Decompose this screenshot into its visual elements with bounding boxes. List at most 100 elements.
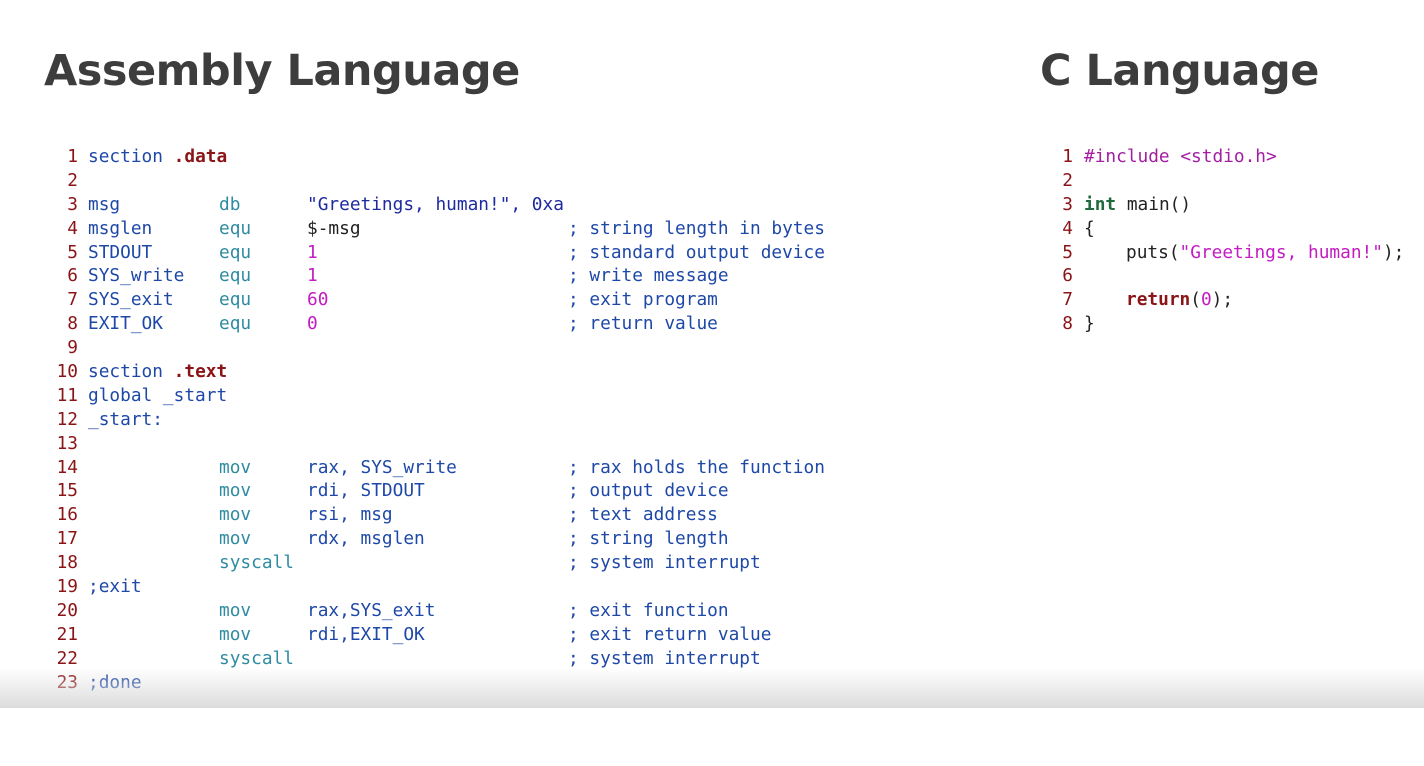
call-end: ); (1382, 241, 1405, 263)
comment: ; exit return value (568, 623, 772, 645)
line-number: 2 (1062, 169, 1073, 191)
line-number: 8 (67, 313, 78, 335)
line-number: 9 (67, 337, 78, 359)
line-number: 13 (56, 432, 78, 454)
label: global _start (88, 384, 228, 406)
operand: rax, SYS_write (307, 456, 457, 478)
code-line: 5 puts("Greetings, human!"); (1059, 241, 1404, 265)
mnemonic: equ (219, 217, 252, 239)
line-number: 7 (67, 289, 78, 311)
code-line: 2 (1059, 169, 1102, 193)
comment: ; text address (568, 504, 718, 526)
line-number: 18 (56, 552, 78, 574)
paren-open: ( (1190, 289, 1201, 311)
close-brace: } (1084, 313, 1095, 335)
code-line: 4 msglen equ $-msg ; string length in by… (54, 217, 825, 241)
function-call: puts( (1126, 241, 1180, 263)
line-number: 14 (56, 456, 78, 478)
comment: ; string length in bytes (568, 217, 825, 239)
label: STDOUT (88, 241, 153, 263)
bottom-shadow (0, 668, 1424, 708)
open-brace: { (1084, 217, 1095, 239)
line-number: 3 (1062, 193, 1073, 215)
line-number: 2 (67, 169, 78, 191)
line-number: 12 (56, 408, 78, 430)
code-line: 8 EXIT_OK equ 0 ; return value (54, 312, 718, 336)
line-number: 17 (56, 528, 78, 550)
code-line: 5 STDOUT equ 1 ; standard output device (54, 241, 825, 265)
mnemonic: equ (219, 241, 252, 263)
include-directive: #include <stdio.h> (1084, 146, 1277, 167)
line-number: 5 (67, 241, 78, 263)
code-line: 7 return(0); (1059, 288, 1233, 312)
code-line: 8 } (1059, 312, 1102, 336)
comment: ; write message (568, 265, 729, 287)
code-line: 19 ;exit (54, 575, 142, 599)
code-line: 13 (54, 432, 97, 456)
comment: ; exit function (568, 599, 729, 621)
comment: ; rax holds the function (568, 456, 825, 478)
line-number: 19 (56, 576, 78, 598)
code-line: 20 mov rax,SYS_exit ; exit function (54, 599, 729, 623)
code-line: 16 mov rsi, msg ; text address (54, 503, 718, 527)
comment: ; system interrupt (568, 647, 761, 669)
comment: ; standard output device (568, 241, 825, 263)
mnemonic: db (219, 193, 241, 215)
return-keyword: return (1126, 289, 1191, 311)
code-line: 7 SYS_exit equ 60 ; exit program (54, 288, 718, 312)
mnemonic: equ (219, 265, 252, 287)
paren-close: ); (1211, 289, 1234, 311)
type-keyword: int (1084, 193, 1117, 215)
line-number: 3 (67, 193, 78, 215)
code-line: 17 mov rdx, msglen ; string length (54, 527, 729, 551)
mnemonic: mov (219, 480, 252, 502)
line-number: 11 (56, 384, 78, 406)
label: SYS_exit (88, 289, 174, 311)
comment: ; return value (568, 313, 718, 335)
line-number: 5 (1062, 241, 1073, 263)
code-line: 14 mov rax, SYS_write ; rax holds the fu… (54, 456, 825, 480)
section-name: .text (173, 361, 228, 383)
code-line: 2 (54, 169, 97, 193)
code-line: 21 mov rdi,EXIT_OK ; exit return value (54, 623, 772, 647)
directive: section (88, 361, 163, 383)
comment: ; output device (568, 480, 729, 502)
line-number: 15 (56, 480, 78, 502)
code-line: 23 ;done (54, 671, 142, 695)
code-line: 12 _start: (54, 408, 163, 432)
directive: section (88, 146, 163, 167)
operand: rdi,EXIT_OK (307, 623, 425, 645)
line-number: 8 (1062, 313, 1073, 335)
operand: 1 (307, 241, 318, 263)
code-line: 11 global _start (54, 384, 228, 408)
mnemonic: equ (219, 313, 252, 335)
mnemonic: mov (219, 599, 252, 621)
function-signature: main() (1116, 193, 1192, 215)
string-literal: "Greetings, human!" (1179, 241, 1383, 263)
code-line: 6 (1059, 264, 1102, 288)
line-number: 20 (56, 599, 78, 621)
line-number: 1 (67, 146, 78, 167)
comment: ; exit program (568, 289, 718, 311)
code-line: 3 msg db "Greetings, human!", 0xa (54, 193, 564, 217)
code-line: 15 mov rdi, STDOUT ; output device (54, 479, 729, 503)
line-number: 23 (56, 671, 78, 693)
assembly-language-title: Assembly Language (44, 46, 520, 96)
comment: ; system interrupt (568, 552, 761, 574)
code-line: 3 int main() (1059, 193, 1191, 217)
code-line: 10 section .text (54, 360, 228, 384)
operand: rdx, msglen (307, 528, 425, 550)
code-line: 1 section .data (54, 145, 227, 169)
operand: rsi, msg (307, 504, 393, 526)
code-line: 9 (54, 336, 97, 360)
line-number: 6 (67, 265, 78, 287)
return-value: 0 (1200, 289, 1212, 311)
line-number: 6 (1062, 265, 1073, 287)
line-number: 16 (56, 504, 78, 526)
mnemonic: syscall (219, 552, 294, 574)
operand: rdi, STDOUT (307, 480, 425, 502)
comment: ;done (88, 671, 142, 693)
operand: $-msg (307, 217, 361, 239)
mnemonic: mov (219, 504, 252, 526)
code-line: 1 #include <stdio.h> (1059, 145, 1276, 169)
